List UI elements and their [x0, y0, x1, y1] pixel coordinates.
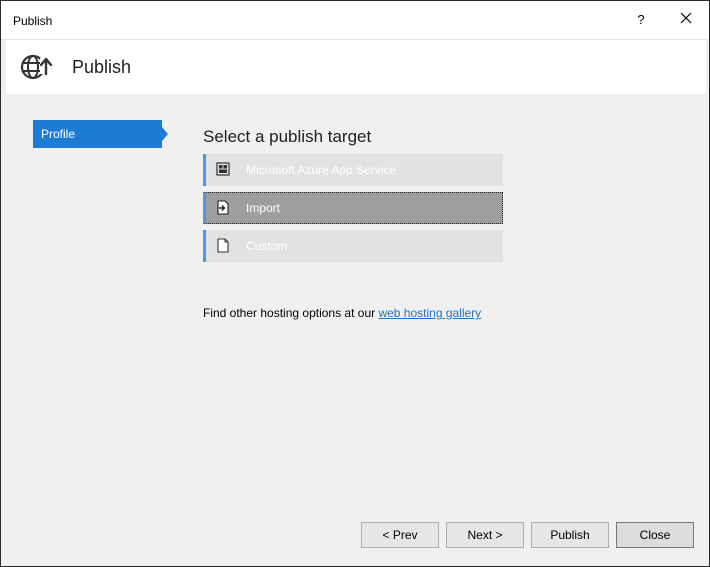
hosting-options-text: Find other hosting options at our web ho…	[203, 306, 481, 320]
target-label: Import	[246, 201, 281, 215]
window-close-button[interactable]	[669, 7, 703, 33]
title-bar: Publish ?	[1, 1, 709, 40]
azure-app-service-icon	[216, 162, 230, 179]
selection-arrow	[162, 127, 168, 141]
close-button[interactable]: Close	[616, 522, 694, 548]
target-label: Microsoft Azure App Service	[246, 163, 397, 177]
target-azure-app-service[interactable]: Microsoft Azure App Service	[203, 154, 503, 186]
prev-button[interactable]: < Prev	[361, 522, 439, 548]
close-icon	[680, 12, 692, 24]
hosting-text: Find other hosting options at our	[203, 306, 376, 320]
web-hosting-gallery-link[interactable]: web hosting gallery	[378, 306, 481, 320]
publish-dialog: Publish ? Publish Profile Select a publi…	[0, 0, 710, 567]
sidebar-item-profile[interactable]: Profile	[33, 120, 168, 148]
window-title: Publish	[13, 14, 53, 28]
section-title: Select a publish target	[203, 127, 372, 146]
target-custom[interactable]: Custom	[203, 230, 503, 262]
next-button[interactable]: Next >	[446, 522, 524, 548]
globe-publish-icon	[19, 52, 53, 87]
document-icon	[216, 238, 230, 256]
import-icon	[216, 200, 230, 218]
sidebar-item-label: Profile	[41, 127, 76, 141]
target-import[interactable]: Import	[203, 192, 503, 224]
target-label: Custom	[246, 239, 288, 253]
page-header: Publish	[6, 40, 706, 94]
publish-button[interactable]: Publish	[531, 522, 609, 548]
help-button[interactable]: ?	[627, 7, 655, 33]
page-title: Publish	[72, 57, 132, 77]
